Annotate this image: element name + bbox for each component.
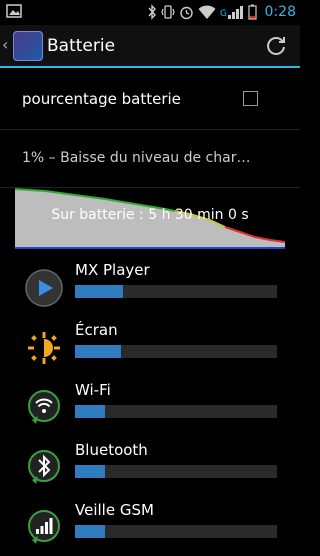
image-notification-icon <box>6 4 22 18</box>
settings-app-icon[interactable] <box>13 31 43 61</box>
battery-status-row: 1% – Baisse du niveau de char… <box>0 130 300 188</box>
graph-caption: Sur batterie : 5 h 30 min 0 s <box>51 207 249 223</box>
battery-status-text: 1% – Baisse du niveau de char… <box>22 150 251 166</box>
vibrate-icon <box>160 5 175 19</box>
signal-icon: G <box>220 6 243 19</box>
usage-row-screen[interactable]: Écran <box>0 316 300 376</box>
play-icon <box>25 269 63 307</box>
usage-row-gsm[interactable]: Veille GSM <box>0 496 300 556</box>
usage-bar <box>75 285 277 298</box>
usage-bar <box>75 345 277 358</box>
page-title: Batterie <box>47 36 116 56</box>
usage-name: Écran <box>75 321 118 339</box>
battery-history-graph[interactable]: Sur batterie : 5 h 30 min 0 s <box>14 187 286 249</box>
usage-row-wifi[interactable]: Wi-Fi <box>0 376 300 436</box>
percentage-checkbox[interactable] <box>243 91 258 106</box>
bluetooth-status-icon <box>148 4 156 20</box>
percentage-label: pourcentage batterie <box>22 90 181 108</box>
usage-row-mx-player[interactable]: MX Player <box>0 256 300 316</box>
usage-bar <box>75 525 277 538</box>
percentage-setting-row[interactable]: pourcentage batterie <box>0 70 300 130</box>
status-bar: G 0:28 <box>0 0 300 25</box>
action-bar: ‹ Batterie <box>0 25 300 68</box>
usage-bar-fill <box>75 465 106 478</box>
usage-row-bluetooth[interactable]: Bluetooth <box>0 436 300 496</box>
wifi-icon <box>28 390 60 424</box>
refresh-icon[interactable] <box>264 34 288 58</box>
usage-bar-fill <box>75 525 106 538</box>
clock: 0:28 <box>264 4 296 20</box>
brightness-icon <box>28 332 60 364</box>
usage-bar <box>75 405 277 418</box>
usage-bar-fill <box>75 285 124 298</box>
back-chevron-icon[interactable]: ‹ <box>2 35 8 54</box>
usage-name: Veille GSM <box>75 501 154 519</box>
wifi-status-icon <box>198 5 216 19</box>
usage-name: Bluetooth <box>75 441 148 459</box>
usage-bar <box>75 465 277 478</box>
bluetooth-icon <box>28 450 60 484</box>
usage-bar-fill <box>75 405 106 418</box>
svg-text:G: G <box>220 9 227 19</box>
battery-low-icon <box>247 4 257 20</box>
usage-name: MX Player <box>75 261 150 279</box>
usage-bar-fill <box>75 345 122 358</box>
usage-name: Wi-Fi <box>75 381 111 399</box>
alarm-icon <box>179 6 193 20</box>
cell-signal-icon <box>28 510 60 544</box>
